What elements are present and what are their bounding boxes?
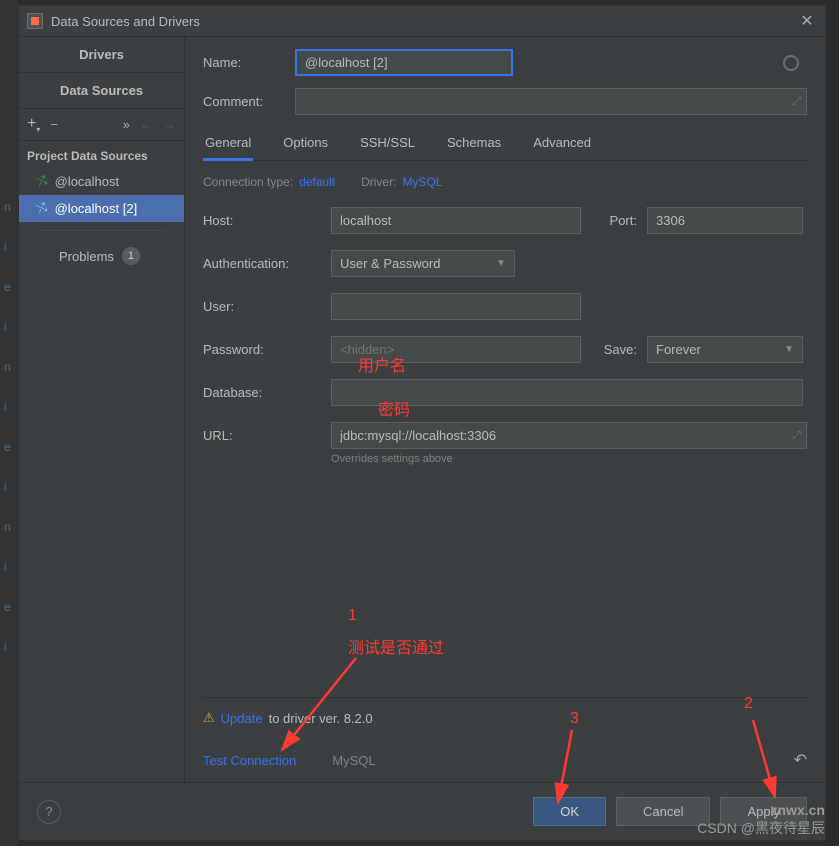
host-field[interactable]	[331, 207, 581, 234]
user-label: User:	[203, 299, 331, 314]
tab-schemas[interactable]: Schemas	[445, 127, 503, 160]
password-field[interactable]	[331, 336, 581, 363]
conn-type-label: Connection type:	[203, 175, 293, 189]
save-value: Forever	[656, 342, 701, 357]
host-label: Host:	[203, 213, 331, 228]
warning-icon: ⚠	[203, 710, 215, 726]
auth-value: User & Password	[340, 256, 440, 271]
connection-type-row: Connection type: default Driver: MySQL	[203, 175, 807, 189]
tab-ssh[interactable]: SSH/SSL	[358, 127, 417, 160]
problems-count-badge: 1	[122, 247, 140, 265]
url-label: URL:	[203, 428, 331, 443]
app-icon	[27, 13, 43, 29]
tree-item-localhost-2[interactable]: ⤭ @localhost [2]	[19, 195, 184, 222]
update-text: to driver ver. 8.2.0	[269, 711, 373, 726]
port-label: Port:	[581, 213, 647, 228]
tree-label: @localhost	[55, 174, 120, 189]
password-label: Password:	[203, 342, 331, 357]
tree-label: @localhost [2]	[55, 201, 138, 216]
expand-icon[interactable]: ⤢	[792, 429, 801, 442]
forward-icon[interactable]: →	[163, 117, 176, 132]
help-button[interactable]: ?	[37, 800, 61, 824]
right-panel: Name: Comment: ⤢ General Options SSH/SSL…	[185, 37, 825, 782]
driver-name-text: MySQL	[332, 753, 375, 768]
comment-field[interactable]	[295, 88, 807, 115]
config-tabs: General Options SSH/SSL Schemas Advanced	[203, 127, 807, 161]
name-label: Name:	[203, 55, 295, 70]
conn-type-link[interactable]: default	[299, 175, 335, 189]
close-icon[interactable]: ✕	[797, 11, 817, 31]
tab-general[interactable]: General	[203, 127, 253, 161]
ok-button[interactable]: OK	[533, 797, 606, 826]
section-header: Project Data Sources	[19, 141, 184, 168]
left-panel: Drivers Data Sources +▾ − » ← → Project …	[19, 37, 185, 782]
tree-item-localhost[interactable]: ⤭ @localhost	[19, 168, 184, 195]
left-toolbar: +▾ − » ← →	[19, 109, 184, 141]
test-connection-link[interactable]: Test Connection	[203, 753, 296, 768]
data-sources-dialog: Data Sources and Drivers ✕ Drivers Data …	[18, 5, 826, 841]
undo-icon[interactable]: ↶	[794, 750, 807, 770]
update-bar: ⚠ Update to driver ver. 8.2.0	[203, 697, 807, 738]
editor-gutter: nieinieiniei	[0, 0, 18, 846]
user-field[interactable]	[331, 293, 581, 320]
color-icon[interactable]	[783, 55, 799, 71]
window-title: Data Sources and Drivers	[51, 14, 200, 29]
problems-item[interactable]: Problems 1	[19, 239, 184, 273]
divider	[39, 230, 164, 231]
more-icon[interactable]: »	[123, 117, 130, 132]
comment-label: Comment:	[203, 94, 295, 109]
database-icon: ⤭	[35, 200, 49, 217]
save-select[interactable]: Forever ▼	[647, 336, 803, 363]
back-icon[interactable]: ←	[140, 117, 153, 132]
database-icon: ⤭	[35, 173, 49, 190]
database-label: Database:	[203, 385, 331, 400]
remove-icon[interactable]: −	[50, 117, 58, 132]
problems-label: Problems	[59, 249, 114, 264]
tab-advanced[interactable]: Advanced	[531, 127, 593, 160]
name-field[interactable]	[295, 49, 513, 76]
database-field[interactable]	[331, 379, 803, 406]
data-sources-tab[interactable]: Data Sources	[19, 73, 184, 109]
tab-options[interactable]: Options	[281, 127, 330, 160]
save-label: Save:	[581, 342, 647, 357]
drivers-tab[interactable]: Drivers	[19, 37, 184, 73]
auth-label: Authentication:	[203, 256, 331, 271]
chevron-down-icon: ▼	[784, 344, 794, 355]
port-field[interactable]	[647, 207, 803, 234]
titlebar: Data Sources and Drivers ✕	[19, 6, 825, 36]
expand-icon[interactable]: ⤢	[792, 95, 801, 108]
update-link[interactable]: Update	[221, 711, 263, 726]
watermark: znwx.cn CSDN @黑夜待星辰	[697, 802, 825, 838]
chevron-down-icon: ▼	[496, 258, 506, 269]
driver-label: Driver:	[361, 175, 396, 189]
add-icon[interactable]: +▾	[27, 115, 40, 134]
test-bar: Test Connection MySQL ↶	[203, 738, 807, 782]
url-hint: Overrides settings above	[331, 453, 807, 465]
url-field[interactable]	[331, 422, 807, 449]
auth-select[interactable]: User & Password ▼	[331, 250, 515, 277]
driver-link[interactable]: MySQL	[402, 175, 442, 189]
